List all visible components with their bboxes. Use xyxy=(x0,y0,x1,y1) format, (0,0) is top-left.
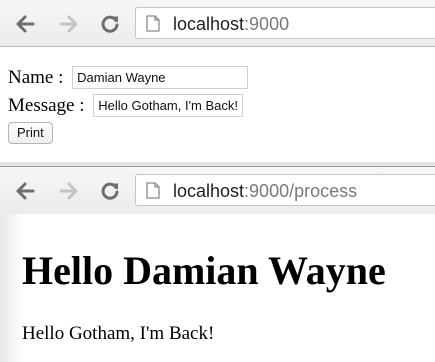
result-page-content: Hello Damian Wayne Hello Gotham, I'm Bac… xyxy=(0,214,435,362)
url-path: :9000/process xyxy=(244,181,358,201)
page-icon xyxy=(146,182,160,204)
address-bar[interactable]: localhost:9000/process xyxy=(135,174,435,206)
greeting-message: Hello Gotham, I'm Back! xyxy=(22,323,215,344)
forward-arrow-icon[interactable] xyxy=(58,13,80,35)
message-row: Message : Hello Gotham, I'm Back! xyxy=(8,94,244,118)
reload-icon[interactable] xyxy=(99,13,121,35)
name-input[interactable]: Damian Wayne xyxy=(72,66,249,90)
page-icon xyxy=(146,15,160,37)
forward-arrow-icon[interactable] xyxy=(58,180,80,202)
address-bar[interactable]: localhost:9000 xyxy=(135,7,435,39)
browser-toolbar: localhost:9000 xyxy=(0,0,435,47)
browser-toolbar: localhost:9000/process xyxy=(0,167,435,215)
result-browser-window: localhost:9000/process Hello Damian Wayn… xyxy=(0,166,435,362)
name-label: Name : xyxy=(8,66,64,88)
form-browser-window: localhost:9000 Name : Damian Wayne Messa… xyxy=(0,0,435,163)
back-arrow-icon[interactable] xyxy=(14,180,36,202)
message-input[interactable]: Hello Gotham, I'm Back! xyxy=(93,94,244,118)
message-label: Message : xyxy=(8,94,85,116)
print-button[interactable]: Print xyxy=(8,122,53,144)
url-host: localhost xyxy=(173,181,245,201)
url-text: localhost:9000 xyxy=(173,13,289,35)
name-row: Name : Damian Wayne xyxy=(8,66,249,90)
url-path: :9000 xyxy=(244,14,290,34)
back-arrow-icon[interactable] xyxy=(14,13,36,35)
url-text: localhost:9000/process xyxy=(173,180,357,202)
reload-icon[interactable] xyxy=(99,180,121,202)
greeting-heading: Hello Damian Wayne xyxy=(22,248,386,293)
url-host: localhost xyxy=(173,14,245,34)
